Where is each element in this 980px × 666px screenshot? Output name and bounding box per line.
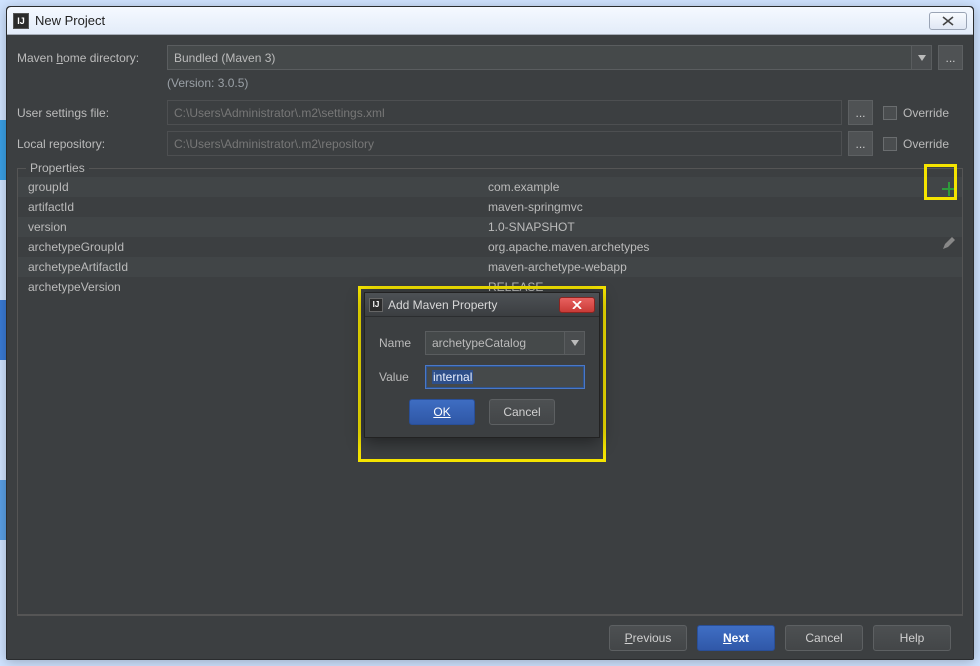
user-settings-override-label: Override	[903, 106, 963, 120]
edit-property-button[interactable]	[935, 229, 963, 257]
pencil-icon	[942, 236, 956, 250]
user-settings-row: User settings file: C:\Users\Administrat…	[17, 100, 963, 125]
property-key: archetypeGroupId	[28, 240, 488, 254]
dialog-name-field[interactable]: archetypeCatalog	[425, 331, 565, 355]
user-settings-field: C:\Users\Administrator\.m2\settings.xml	[167, 100, 842, 125]
table-row[interactable]: archetypeGroupIdorg.apache.maven.archety…	[18, 237, 962, 257]
properties-legend: Properties	[26, 161, 89, 175]
property-value: com.example	[488, 180, 559, 194]
next-button[interactable]: Next	[697, 625, 775, 651]
wizard-button-bar: Previous Next Cancel Help	[17, 615, 963, 659]
close-icon	[572, 301, 582, 309]
table-row[interactable]: archetypeArtifactIdmaven-archetype-webap…	[18, 257, 962, 277]
dialog-button-row: OK Cancel	[379, 399, 585, 425]
local-repo-override-label: Override	[903, 137, 963, 151]
local-repo-browse-button[interactable]: ...	[848, 131, 873, 156]
table-row[interactable]: groupIdcom.example	[18, 177, 962, 197]
dialog-ok-button[interactable]: OK	[409, 399, 475, 425]
local-repo-label: Local repository:	[17, 137, 167, 151]
dialog-body: Name archetypeCatalog Value internal OK …	[365, 317, 599, 437]
properties-side-buttons	[935, 175, 963, 257]
maven-home-label: Maven home directory:	[17, 51, 167, 65]
property-value: maven-springmvc	[488, 200, 583, 214]
intellij-icon: IJ	[369, 298, 383, 312]
add-maven-property-dialog: IJ Add Maven Property Name archetypeCata…	[364, 292, 600, 438]
user-settings-browse-button[interactable]: ...	[848, 100, 873, 125]
properties-table: groupIdcom.exampleartifactIdmaven-spring…	[18, 169, 962, 301]
property-key: archetypeArtifactId	[28, 260, 488, 274]
property-value: maven-archetype-webapp	[488, 260, 627, 274]
property-value: org.apache.maven.archetypes	[488, 240, 649, 254]
dialog-value-field[interactable]: internal	[425, 365, 585, 389]
titlebar: IJ New Project	[7, 7, 973, 35]
dialog-name-label: Name	[379, 336, 425, 350]
ellipsis-icon: ...	[945, 51, 955, 65]
ellipsis-icon: ...	[855, 137, 865, 151]
cancel-button[interactable]: Cancel	[785, 625, 863, 651]
user-settings-value: C:\Users\Administrator\.m2\settings.xml	[174, 106, 385, 120]
ellipsis-icon: ...	[855, 106, 865, 120]
help-button[interactable]: Help	[873, 625, 951, 651]
maven-home-value: Bundled (Maven 3)	[174, 51, 275, 65]
previous-button[interactable]: Previous	[609, 625, 687, 651]
maven-home-row: Maven home directory: Bundled (Maven 3) …	[17, 45, 963, 70]
window-title: New Project	[35, 13, 925, 28]
property-value: 1.0-SNAPSHOT	[488, 220, 575, 234]
plus-icon	[942, 182, 956, 196]
dialog-name-value: archetypeCatalog	[432, 336, 526, 350]
property-key: artifactId	[28, 200, 488, 214]
maven-home-browse-button[interactable]: ...	[938, 45, 963, 70]
dialog-title: Add Maven Property	[388, 298, 497, 312]
dialog-name-row: Name archetypeCatalog	[379, 331, 585, 355]
maven-home-dropdown-button[interactable]	[912, 45, 932, 70]
local-repo-row: Local repository: C:\Users\Administrator…	[17, 131, 963, 156]
add-property-button[interactable]	[935, 175, 963, 203]
dialog-titlebar: IJ Add Maven Property	[365, 293, 599, 317]
table-row[interactable]: artifactIdmaven-springmvc	[18, 197, 962, 217]
dialog-value-value: internal	[432, 370, 473, 384]
dialog-value-row: Value internal	[379, 365, 585, 389]
chevron-down-icon	[918, 55, 926, 61]
chevron-down-icon	[571, 340, 579, 346]
close-button[interactable]	[929, 12, 967, 30]
local-repo-field: C:\Users\Administrator\.m2\repository	[167, 131, 842, 156]
dialog-cancel-button[interactable]: Cancel	[489, 399, 555, 425]
local-repo-value: C:\Users\Administrator\.m2\repository	[174, 137, 374, 151]
property-key: version	[28, 220, 488, 234]
dialog-value-label: Value	[379, 370, 425, 384]
maven-version-line: (Version: 3.0.5)	[167, 76, 963, 90]
intellij-icon: IJ	[13, 13, 29, 29]
property-key: groupId	[28, 180, 488, 194]
user-settings-label: User settings file:	[17, 106, 167, 120]
dialog-name-dropdown-button[interactable]	[565, 331, 585, 355]
dialog-close-button[interactable]	[559, 297, 595, 313]
user-settings-override-checkbox[interactable]	[883, 106, 897, 120]
maven-home-field[interactable]: Bundled (Maven 3)	[167, 45, 912, 70]
table-row[interactable]: version1.0-SNAPSHOT	[18, 217, 962, 237]
local-repo-override-checkbox[interactable]	[883, 137, 897, 151]
